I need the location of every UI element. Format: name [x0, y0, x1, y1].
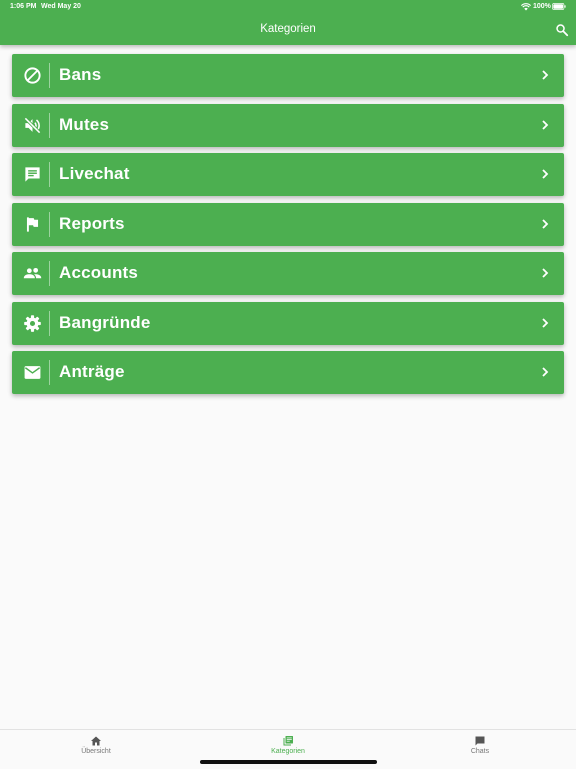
divider — [49, 261, 50, 286]
category-bans[interactable]: Bans — [12, 54, 564, 97]
category-bangruende[interactable]: Bangründe — [12, 301, 564, 345]
category-livechat[interactable]: Livechat — [12, 153, 564, 196]
flag-icon — [26, 216, 39, 232]
divider — [49, 211, 50, 237]
category-accounts[interactable]: Accounts — [12, 252, 564, 295]
chat-icon — [475, 736, 485, 746]
chat-message-icon — [25, 167, 40, 182]
home-icon — [91, 736, 101, 746]
category-label: Accounts — [59, 263, 139, 282]
tab-uebersicht[interactable]: Übersicht — [0, 730, 192, 769]
chevron-right-icon — [542, 367, 549, 377]
divider — [49, 310, 50, 336]
chevron-right-icon — [542, 119, 549, 130]
tab-label: Übersicht — [81, 748, 111, 755]
divider — [49, 162, 50, 187]
people-icon — [23, 267, 42, 279]
mail-icon — [24, 366, 41, 379]
category-label: Bangründe — [59, 312, 151, 332]
tab-chats[interactable]: Chats — [384, 730, 576, 769]
divider — [49, 63, 50, 88]
search-icon[interactable] — [555, 23, 569, 37]
battery-icon — [552, 3, 566, 10]
block-icon — [24, 67, 41, 84]
chevron-right-icon — [542, 169, 549, 179]
category-reports[interactable]: Reports — [12, 202, 564, 246]
tab-label: Chats — [470, 748, 490, 755]
category-label: Anträge — [59, 362, 125, 381]
category-label: Reports — [59, 213, 125, 233]
status-time: 1:06 PM — [10, 3, 37, 10]
divider — [49, 112, 50, 138]
library-books-icon — [283, 736, 293, 746]
chevron-right-icon — [542, 218, 549, 229]
category-antraege[interactable]: Anträge — [12, 351, 564, 394]
status-date: Wed May 20 — [41, 3, 81, 10]
category-label: Livechat — [59, 164, 130, 183]
chevron-right-icon — [542, 268, 549, 278]
wifi-icon — [521, 3, 531, 11]
divider — [49, 360, 50, 385]
battery-percent: 100% — [533, 3, 551, 10]
home-indicator — [200, 760, 377, 764]
category-mutes[interactable]: Mutes — [12, 103, 564, 147]
app-bar: 1:06 PM Wed May 20 100% Kategorien — [0, 0, 576, 45]
page-title: Kategorien — [260, 23, 316, 35]
gear-icon — [24, 314, 41, 332]
category-label: Mutes — [59, 114, 110, 134]
category-label: Bans — [59, 65, 102, 84]
chevron-right-icon — [542, 70, 549, 80]
category-list: Bans Mutes Livechat Reports Accounts Ban… — [12, 54, 564, 401]
tab-label: Kategorien — [271, 748, 305, 755]
chevron-right-icon — [542, 317, 549, 328]
volume-off-icon — [24, 116, 41, 134]
